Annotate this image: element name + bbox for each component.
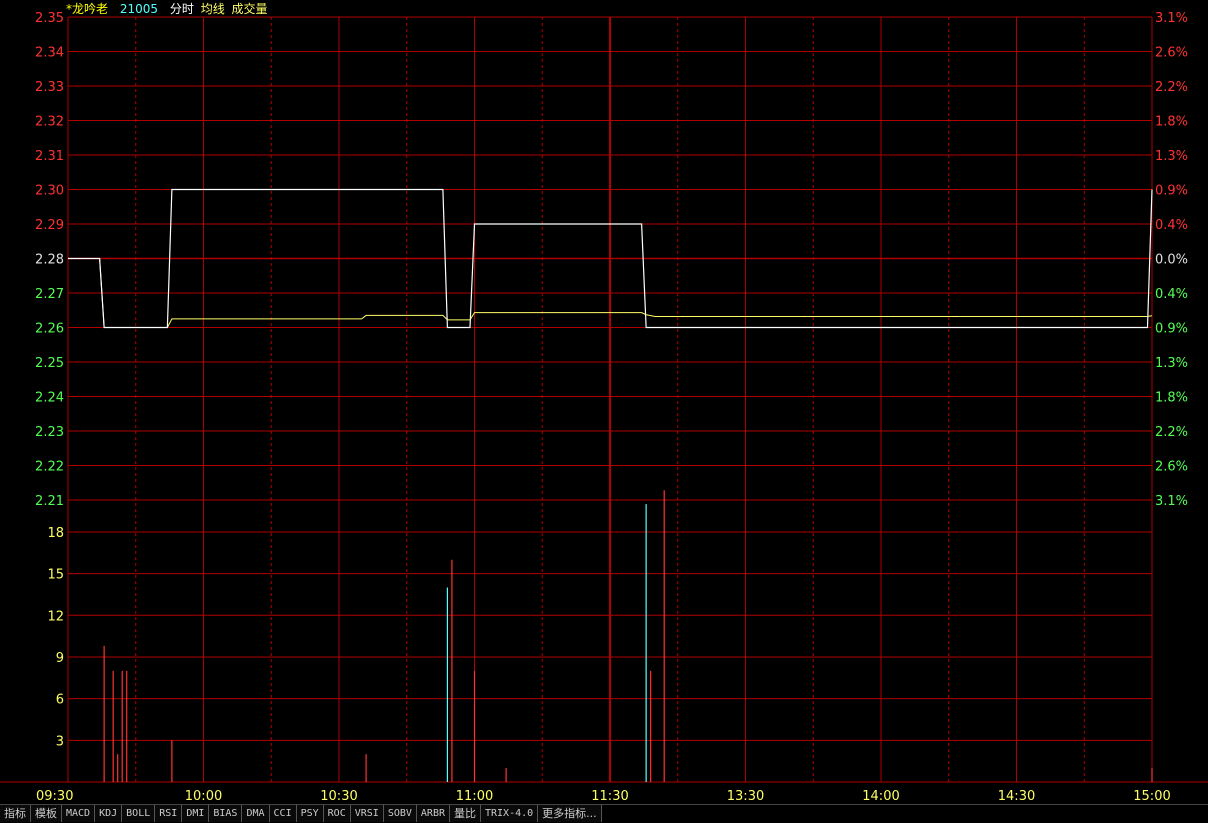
legend-fenshi: 分时 — [169, 2, 194, 16]
indicator-tab[interactable]: TRIX-4.0 — [481, 805, 539, 822]
volume-tick-label: 15 — [47, 568, 64, 583]
pct-tick-label: 3.1% — [1155, 494, 1188, 509]
time-tick-label: 11:30 — [591, 789, 628, 804]
pct-tick-label: 0.9% — [1155, 322, 1188, 337]
pct-tick-label: 1.3% — [1155, 356, 1188, 371]
pct-tick-label: 0.4% — [1155, 287, 1188, 302]
indicator-tab[interactable]: 量比 — [450, 805, 481, 822]
pct-tick-label: 1.8% — [1155, 115, 1188, 130]
price-tick-label: 2.26 — [35, 322, 64, 337]
volume-tick-label: 9 — [56, 651, 64, 666]
pct-tick-label: 0.0% — [1155, 253, 1188, 268]
indicator-tab[interactable]: PSY — [296, 805, 324, 822]
indicator-tab[interactable]: BIAS — [209, 805, 243, 822]
indicator-tab[interactable]: DMA — [242, 805, 270, 822]
volume-tick-label: 3 — [56, 734, 64, 749]
time-tick-label: 14:30 — [998, 789, 1035, 804]
chart-header: *龙吟老 21005 分时 均线 成交量 — [66, 2, 276, 16]
pct-tick-label: 1.3% — [1155, 149, 1188, 164]
price-tick-label: 2.28 — [35, 253, 64, 268]
pct-tick-label: 3.1% — [1155, 11, 1188, 26]
price-tick-label: 2.27 — [35, 287, 64, 302]
indicator-tab[interactable]: MACD — [62, 805, 96, 822]
time-tick-label: 09:30 — [36, 789, 73, 804]
pct-tick-label: 2.2% — [1155, 80, 1188, 95]
price-tick-label: 2.22 — [35, 460, 64, 475]
time-tick-label: 15:00 — [1133, 789, 1170, 804]
price-tick-label: 2.24 — [35, 391, 64, 406]
time-tick-label: 13:30 — [727, 789, 764, 804]
price-tick-label: 2.35 — [35, 11, 64, 26]
price-tick-label: 2.21 — [35, 494, 64, 509]
volume-tick-label: 12 — [47, 609, 64, 624]
price-tick-label: 2.25 — [35, 356, 64, 371]
stock-code: 21005 — [119, 2, 159, 16]
legend-junxian: 均线 — [200, 2, 225, 16]
time-tick-label: 14:00 — [862, 789, 899, 804]
volume-tick-label: 18 — [47, 526, 64, 541]
indicator-tab[interactable]: KDJ — [95, 805, 123, 822]
price-tick-label: 2.34 — [35, 46, 64, 61]
indicator-tab[interactable]: RSI — [155, 805, 183, 822]
indicator-tab[interactable]: 模板 — [31, 805, 62, 822]
pct-tick-label: 2.6% — [1155, 460, 1188, 475]
pct-tick-label: 2.6% — [1155, 46, 1188, 61]
price-tick-label: 2.33 — [35, 80, 64, 95]
indicator-tab[interactable]: 指标 — [0, 805, 31, 822]
pct-tick-label: 0.4% — [1155, 218, 1188, 233]
legend-volume: 成交量 — [231, 2, 268, 16]
price-tick-label: 2.31 — [35, 149, 64, 164]
indicator-tab[interactable]: BOLL — [122, 805, 156, 822]
indicator-tab[interactable]: CCI — [269, 805, 297, 822]
indicator-tab[interactable]: ARBR — [416, 805, 450, 822]
time-tick-label: 10:00 — [185, 789, 222, 804]
indicator-tab[interactable]: ROC — [323, 805, 351, 822]
price-tick-label: 2.30 — [35, 184, 64, 199]
volume-tick-label: 6 — [56, 693, 64, 708]
indicator-tab[interactable]: SOBV — [383, 805, 417, 822]
time-tick-label: 10:30 — [320, 789, 357, 804]
intraday-chart[interactable]: 2.35 3.1% 2.34 2.6% 2.33 2.2% 2.32 1.8% 2.31 1.3%… — [0, 0, 1208, 804]
time-tick-label: 11:00 — [456, 789, 493, 804]
indicator-tab[interactable]: DMI — [182, 805, 210, 822]
pct-tick-label: 1.8% — [1155, 391, 1188, 406]
price-tick-label: 2.29 — [35, 218, 64, 233]
pct-tick-label: 0.9% — [1155, 184, 1188, 199]
indicator-tab[interactable]: VRSI — [350, 805, 384, 822]
indicator-tab[interactable]: 更多指标... — [538, 805, 602, 822]
indicator-tab-bar: 指标 模板 MACD KDJ BOLL RSI DMI BIAS DMA CCI PSY ROC VRS… — [0, 804, 1208, 823]
stock-name: *龙吟老 — [66, 2, 109, 16]
price-tick-label: 2.32 — [35, 115, 64, 130]
pct-tick-label: 2.2% — [1155, 425, 1188, 440]
price-tick-label: 2.23 — [35, 425, 64, 440]
